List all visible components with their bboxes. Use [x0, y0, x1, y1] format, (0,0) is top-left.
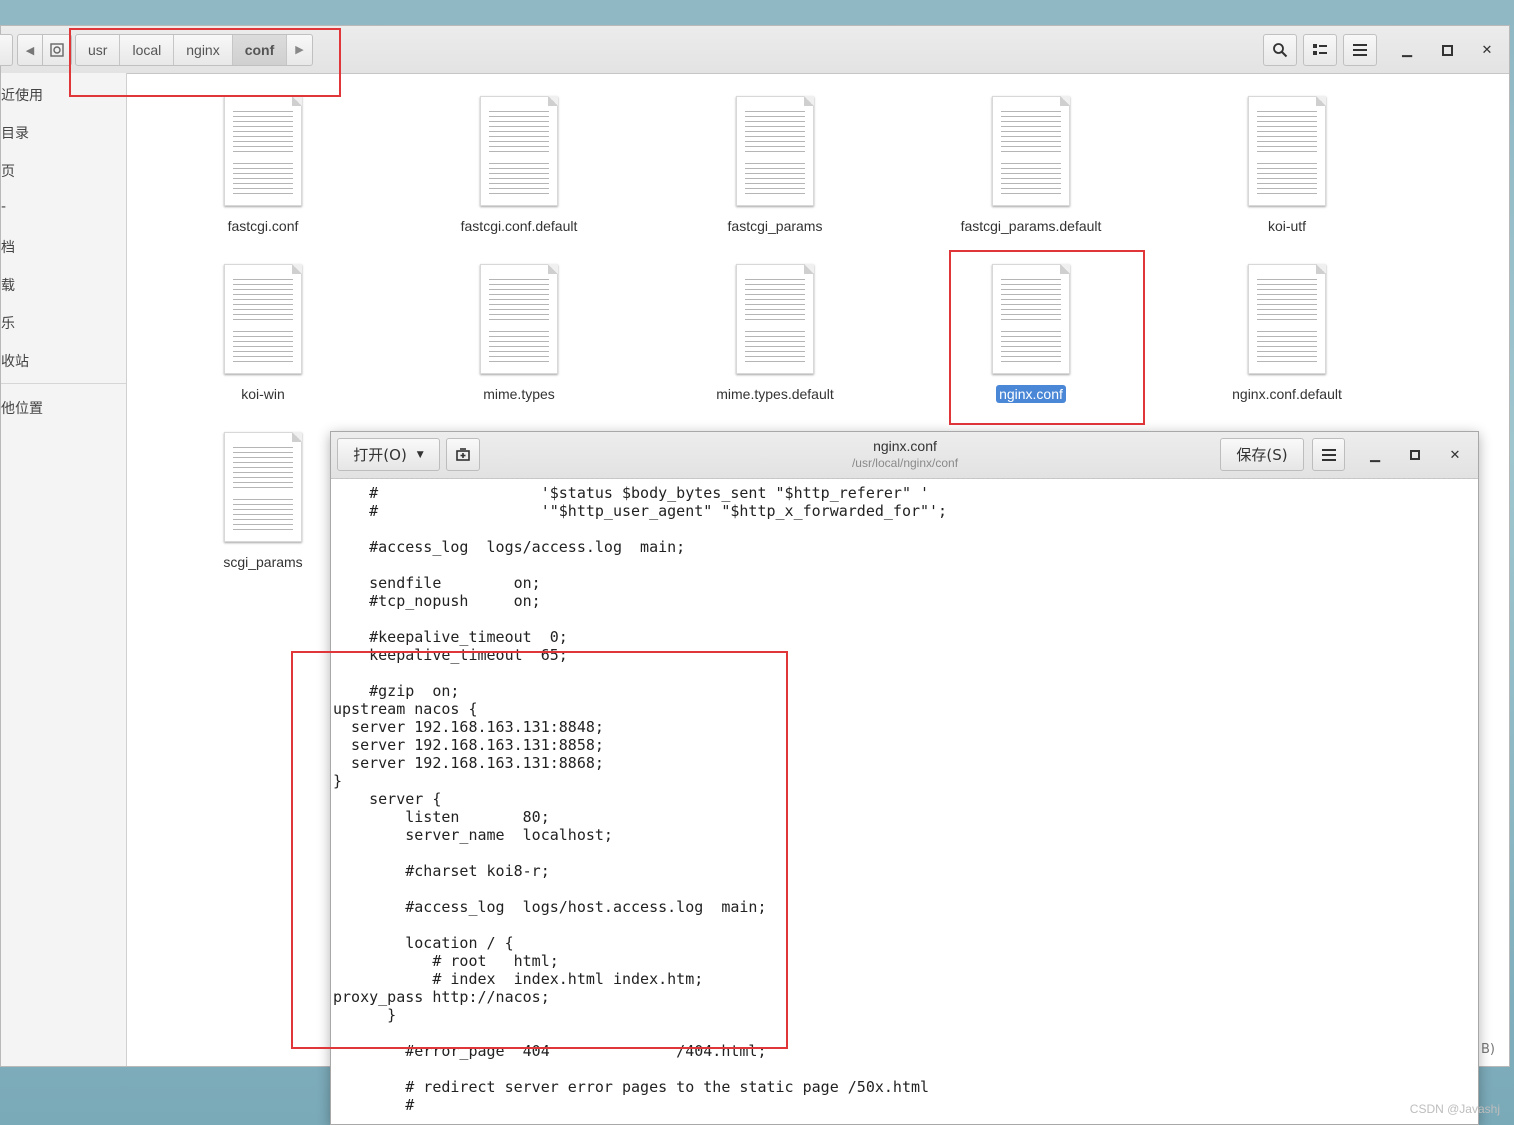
hamburger-icon: [1353, 44, 1367, 56]
sidebar-item-other-locations[interactable]: 他位置: [1, 398, 43, 418]
file-name: fastcgi_params.default: [960, 218, 1102, 234]
annotation-code-highlight: [291, 651, 788, 1049]
file-name: mime.types: [483, 386, 555, 402]
sidebar: 近使用 目录 页 - 档 载 乐 收站 他位置: [1, 73, 127, 1066]
hamburger-icon: [1321, 448, 1336, 461]
text-file-icon: [736, 96, 814, 206]
sidebar-item-music[interactable]: 乐: [1, 313, 15, 333]
text-file-icon: [224, 432, 302, 542]
sidebar-item-trash[interactable]: 收站: [1, 351, 29, 371]
sidebar-item-home[interactable]: 目录: [1, 123, 29, 143]
open-button[interactable]: 打开(O) ▼: [337, 438, 440, 471]
file-name: nginx.conf.default: [1232, 386, 1342, 402]
sidebar-item-desktop[interactable]: 页: [1, 161, 15, 181]
file-name: mime.types.default: [716, 386, 834, 402]
list-view-icon: [1313, 44, 1327, 55]
new-document-button[interactable]: [446, 438, 480, 471]
search-button[interactable]: [1263, 34, 1297, 66]
back-button[interactable]: [0, 34, 13, 66]
minimize-icon: ▁: [1370, 447, 1380, 463]
scroll-edge-line: [333, 478, 1478, 483]
file-item[interactable]: scgi_params: [173, 432, 353, 571]
text-file-icon: [736, 264, 814, 374]
open-button-label: 打开(O): [353, 446, 407, 464]
sidebar-item-recent[interactable]: 近使用: [1, 85, 43, 105]
close-button[interactable]: ✕: [1475, 38, 1499, 62]
editor-subtitle: /usr/local/nginx/conf: [851, 456, 959, 470]
chevron-left-icon[interactable]: ◀: [17, 34, 43, 66]
file-name: scgi_params: [223, 554, 303, 570]
location-toggle-button[interactable]: [42, 34, 72, 66]
menu-button[interactable]: [1343, 34, 1377, 66]
watermark: CSDN @Javashj: [1409, 1102, 1500, 1116]
text-file-icon: [480, 264, 558, 374]
text-file-icon: [1248, 96, 1326, 206]
file-item[interactable]: koi-utf: [1197, 96, 1377, 235]
maximize-icon: [1410, 450, 1420, 460]
file-item[interactable]: koi-win: [173, 264, 353, 403]
minimize-button[interactable]: ▁: [1395, 38, 1419, 62]
file-name: koi-win: [241, 386, 285, 402]
file-name: fastcgi_params: [727, 218, 823, 234]
file-name: koi-utf: [1267, 218, 1307, 234]
text-file-icon: [224, 96, 302, 206]
text-file-icon: [992, 96, 1070, 206]
close-icon: ✕: [1449, 447, 1461, 463]
view-toggle-button[interactable]: [1303, 34, 1337, 66]
editor-menu-button[interactable]: [1312, 438, 1345, 471]
file-item[interactable]: fastcgi.conf.default: [429, 96, 609, 235]
sidebar-item-videos[interactable]: -: [1, 199, 6, 215]
maximize-button[interactable]: [1435, 38, 1459, 62]
sidebar-divider: [1, 383, 126, 384]
sidebar-item-downloads[interactable]: 载: [1, 275, 15, 295]
file-name: fastcgi.conf: [227, 218, 299, 234]
file-item[interactable]: mime.types.default: [685, 264, 865, 403]
text-file-icon: [1248, 264, 1326, 374]
file-name: fastcgi.conf.default: [460, 218, 578, 234]
file-item[interactable]: fastcgi_params.default: [941, 96, 1121, 235]
file-item[interactable]: fastcgi_params: [685, 96, 865, 235]
editor-header: 打开(O) ▼ nginx.conf /usr/local/nginx/conf…: [331, 432, 1478, 479]
file-item[interactable]: mime.types: [429, 264, 609, 403]
save-button-label: 保存(S): [1236, 446, 1288, 464]
maximize-icon: [1441, 44, 1453, 56]
editor-title-block: nginx.conf /usr/local/nginx/conf: [731, 438, 1079, 470]
chevron-down-icon: ▼: [416, 449, 424, 460]
status-text: B): [1481, 1042, 1495, 1057]
editor-title: nginx.conf: [873, 438, 937, 454]
file-item[interactable]: fastcgi.conf: [173, 96, 353, 235]
editor-minimize-button[interactable]: ▁: [1363, 443, 1387, 467]
editor-close-button[interactable]: ✕: [1443, 443, 1467, 467]
file-item[interactable]: nginx.conf.default: [1197, 264, 1377, 403]
text-file-icon: [224, 264, 302, 374]
annotation-file-highlight: [949, 250, 1145, 425]
editor-maximize-button[interactable]: [1403, 443, 1427, 467]
minimize-icon: ▁: [1402, 42, 1412, 58]
text-file-icon: [480, 96, 558, 206]
new-tab-icon: [456, 447, 470, 461]
close-icon: ✕: [1481, 42, 1493, 58]
sidebar-item-documents[interactable]: 档: [1, 237, 15, 257]
edit-location-icon: [50, 43, 64, 57]
save-button[interactable]: 保存(S): [1220, 438, 1304, 471]
annotation-path-highlight: [69, 28, 341, 97]
search-icon: [1273, 43, 1288, 58]
